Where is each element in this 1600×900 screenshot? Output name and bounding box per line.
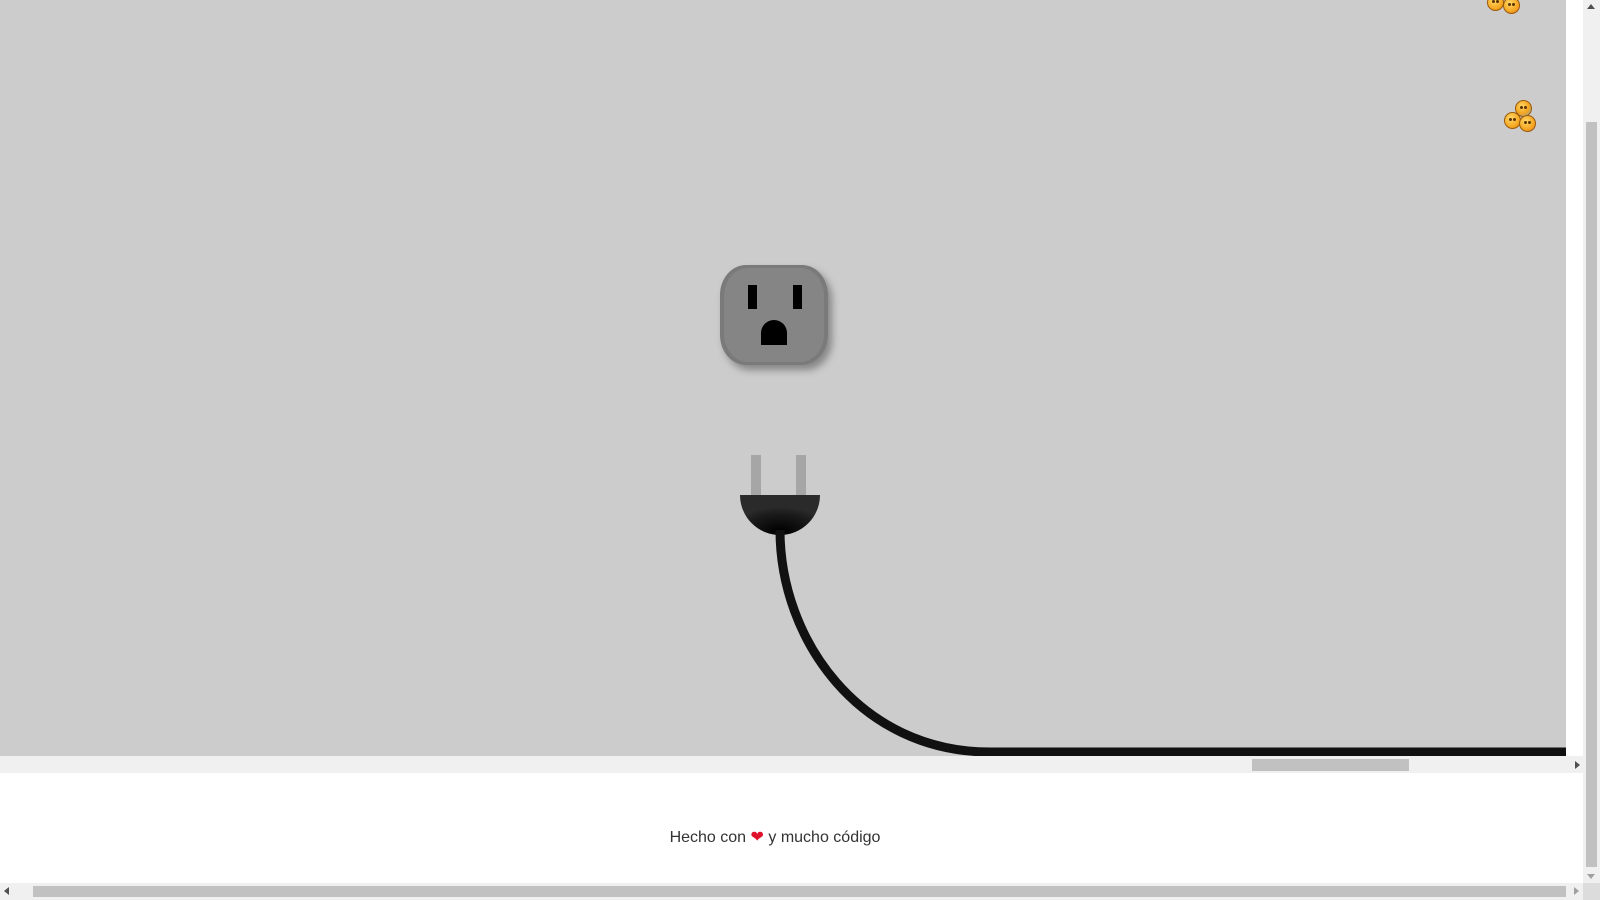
horizontal-scrollbar-thumb[interactable]	[33, 886, 1566, 897]
footer: Hecho con ❤ y mucho código	[0, 773, 1583, 885]
stage-horizontal-scrollbar[interactable]	[0, 756, 1583, 773]
footer-text: Hecho con ❤ y mucho código	[0, 827, 1550, 847]
scene-svg	[720, 265, 1566, 756]
plug-prong-left	[751, 455, 761, 497]
footer-text-before: Hecho con	[669, 829, 747, 846]
footer-text-after: y mucho código	[768, 829, 881, 846]
emoji-cluster-icon	[1504, 100, 1538, 134]
scroll-left-arrow-icon[interactable]	[4, 887, 9, 895]
power-plug-icon[interactable]	[740, 455, 820, 535]
outlet-slot-right	[793, 285, 802, 309]
page-vertical-scrollbar[interactable]	[1583, 0, 1600, 883]
scroll-down-arrow-icon[interactable]	[1587, 874, 1595, 879]
power-cable	[775, 529, 1566, 756]
outlet-slot-left	[748, 285, 757, 309]
scroll-right-arrow-icon[interactable]	[1575, 761, 1580, 769]
scrollbar-corner	[1583, 883, 1600, 900]
scroll-right-arrow-icon[interactable]	[1574, 887, 1579, 895]
plug-head	[740, 495, 820, 535]
page: Hecho con ❤ y mucho código	[0, 0, 1600, 900]
heart-icon: ❤	[750, 829, 764, 846]
power-outlet-icon[interactable]	[720, 265, 828, 365]
vertical-scrollbar-thumb[interactable]	[1586, 122, 1597, 867]
scroll-up-arrow-icon[interactable]	[1587, 4, 1595, 9]
emoji-cluster-icon	[1487, 0, 1521, 16]
stage-scrollbar-thumb[interactable]	[1252, 759, 1409, 771]
outlet-ground-hole	[761, 320, 787, 345]
plug-animation-stage	[0, 0, 1566, 756]
plug-prong-right	[796, 455, 806, 497]
page-horizontal-scrollbar[interactable]	[0, 883, 1583, 900]
